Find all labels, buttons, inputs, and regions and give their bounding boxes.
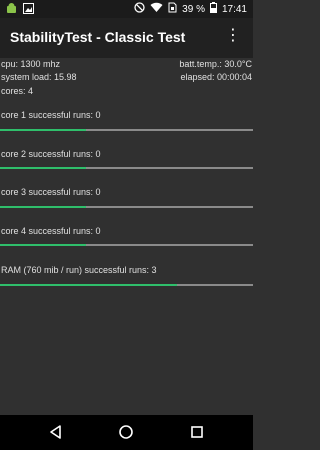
ram-progress-fill xyxy=(0,284,178,286)
android-icon xyxy=(6,3,17,17)
system-load-label: system load: 15.98 xyxy=(1,72,77,82)
core-1-progress xyxy=(0,129,253,131)
dnd-icon xyxy=(134,2,145,16)
elapsed-label: elapsed: 00:00:04 xyxy=(180,72,252,82)
core-4-progress-fill xyxy=(0,244,87,246)
ram-progress xyxy=(0,284,253,286)
wifi-icon xyxy=(150,2,163,16)
back-icon[interactable] xyxy=(48,424,64,445)
test-content: cpu: 1300 mhz batt.temp.: 30.0°C system … xyxy=(0,58,253,415)
image-icon xyxy=(23,3,34,17)
core-2-progress xyxy=(0,167,253,169)
core-4-label: core 4 successful runs: 0 xyxy=(1,226,101,236)
status-bar: 39 % 17:41 xyxy=(0,0,253,18)
batt-temp-label: batt.temp.: 30.0°C xyxy=(179,59,252,69)
core-3-label: core 3 successful runs: 0 xyxy=(1,187,101,197)
core-2-label: core 2 successful runs: 0 xyxy=(1,149,101,159)
app-bar: StabilityTest - Classic Test ⋮ xyxy=(0,18,253,58)
battery-icon xyxy=(209,2,217,16)
battery-percent: 39 % xyxy=(182,3,205,15)
cores-label: cores: 4 xyxy=(1,86,34,96)
core-4-progress xyxy=(0,244,253,246)
nav-bar xyxy=(0,415,253,450)
cpu-label: cpu: 1300 mhz xyxy=(1,59,61,69)
recents-icon[interactable] xyxy=(189,424,205,445)
core-2-progress-fill xyxy=(0,167,87,169)
core-1-progress-fill xyxy=(0,129,87,131)
ram-label: RAM (760 mib / run) successful runs: 3 xyxy=(1,265,157,275)
clock: 17:41 xyxy=(221,3,247,15)
core-3-progress xyxy=(0,206,253,208)
page-title: StabilityTest - Classic Test xyxy=(10,29,186,45)
core-3-progress-fill xyxy=(0,206,87,208)
sim-icon xyxy=(168,2,177,16)
core-1-label: core 1 successful runs: 0 xyxy=(1,110,101,120)
overflow-menu-icon[interactable]: ⋮ xyxy=(225,28,241,44)
home-icon[interactable] xyxy=(118,424,134,445)
